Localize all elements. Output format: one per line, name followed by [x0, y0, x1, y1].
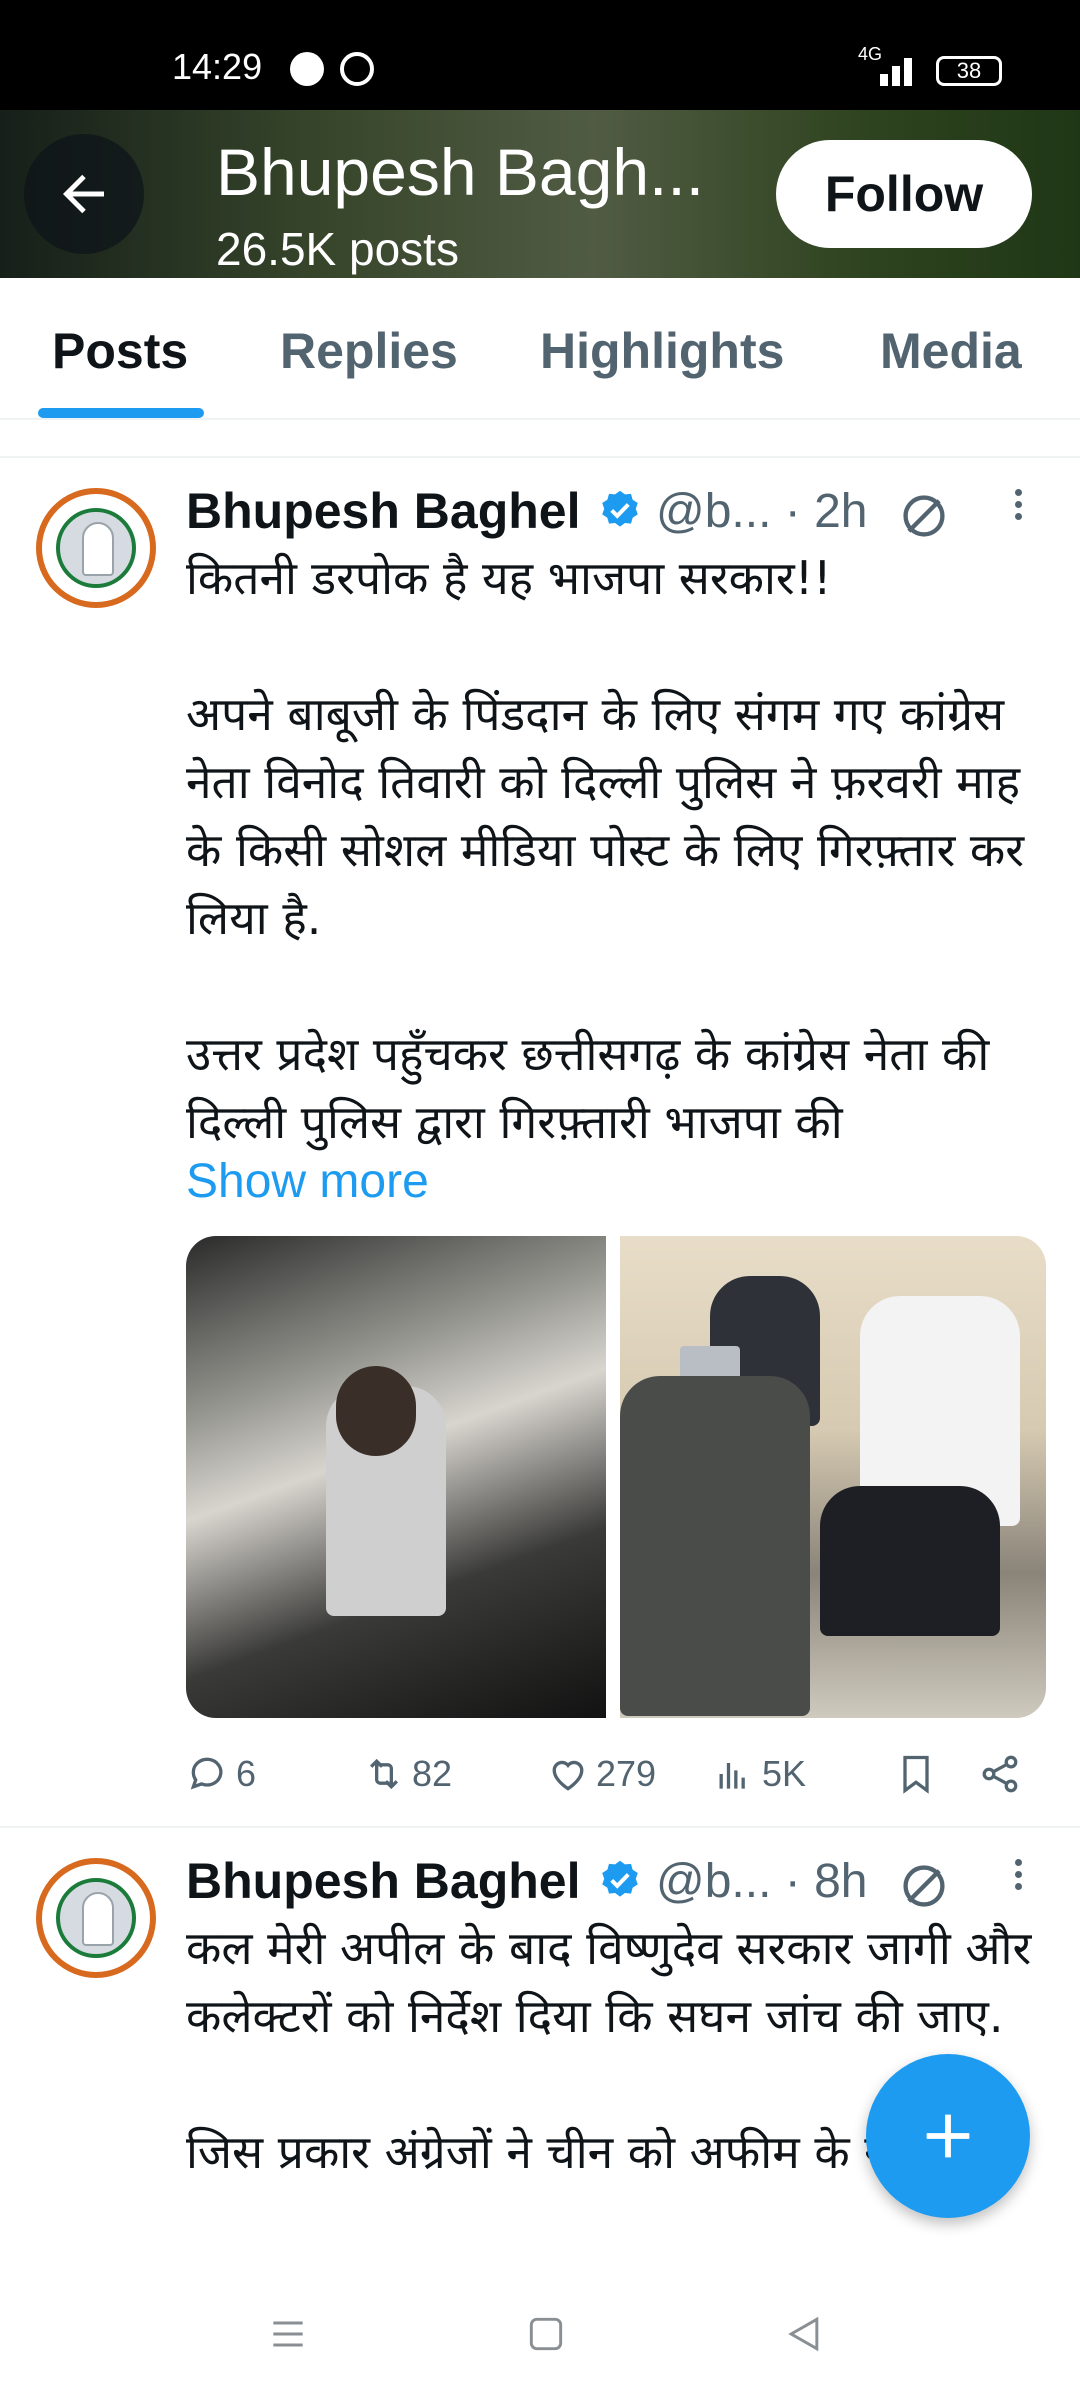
- post-count: 26.5K posts: [216, 223, 459, 275]
- author-handle: @b... · 2h: [656, 485, 868, 538]
- reply-count: 6: [236, 1753, 257, 1794]
- like-button[interactable]: 279: [546, 1744, 656, 1804]
- more-options-icon[interactable]: [1008, 484, 1028, 534]
- back-nav-button[interactable]: [774, 2304, 834, 2364]
- show-more-link[interactable]: Show more: [186, 1154, 429, 1209]
- author-handle: @b... · 8h: [656, 1855, 868, 1908]
- post-time: · 8h: [784, 1855, 868, 1908]
- menu-icon: [273, 2321, 303, 2347]
- post[interactable]: Bhupesh Baghel @b... · 2h कितनी डरपोक है…: [0, 456, 1080, 1828]
- compose-button[interactable]: [866, 2054, 1030, 2218]
- verified-badge-icon: [602, 1860, 638, 1897]
- author-name[interactable]: Bhupesh Baghel: [186, 1852, 580, 1910]
- repost-button[interactable]: 82: [362, 1744, 452, 1804]
- views-icon: [719, 1763, 745, 1789]
- profile-tabs: Posts Replies Highlights Media: [0, 278, 1080, 420]
- avatar[interactable]: [36, 1858, 156, 1978]
- post-actions: 6 82 279 5K: [186, 1744, 1046, 1804]
- home-square-icon: [529, 2317, 563, 2351]
- heart-icon: [552, 1760, 584, 1791]
- avatar-image: [56, 1878, 136, 1958]
- repost-icon: [369, 1758, 399, 1790]
- views-button[interactable]: 5K: [712, 1744, 806, 1804]
- author-name[interactable]: Bhupesh Baghel: [186, 482, 580, 540]
- tab-highlights[interactable]: Highlights: [540, 322, 784, 380]
- bookmark-button[interactable]: [894, 1744, 944, 1804]
- verified-badge-icon: [602, 490, 638, 527]
- photo-office[interactable]: [620, 1236, 1046, 1718]
- post-time: · 2h: [784, 485, 868, 538]
- more-options-icon[interactable]: [1008, 1854, 1028, 1904]
- plus-icon: [926, 2114, 970, 2158]
- arrow-left-icon: [63, 174, 104, 214]
- active-tab-indicator: [38, 408, 204, 418]
- status-time: 14:29: [172, 46, 263, 87]
- signal-icon: [860, 52, 920, 86]
- whatsapp-icon: [340, 52, 374, 86]
- post-text: कितनी डरपोक है यह भाजपा सरकार!! अपने बाब…: [186, 551, 1025, 1149]
- reply-icon: [190, 1757, 223, 1790]
- system-nav-bar: [0, 2264, 1080, 2400]
- tab-replies[interactable]: Replies: [280, 322, 458, 380]
- follow-button[interactable]: Follow: [776, 140, 1032, 248]
- tab-media[interactable]: Media: [880, 322, 1022, 380]
- menu-nav-button[interactable]: [258, 2304, 318, 2364]
- profile-header: Bhupesh Bagh... 26.5K posts Follow: [0, 110, 1080, 278]
- photo-car[interactable]: [186, 1236, 606, 1718]
- share-icon: [982, 1755, 1018, 1793]
- avatar[interactable]: [36, 488, 156, 608]
- home-nav-button[interactable]: [516, 2304, 576, 2364]
- grok-icon[interactable]: [898, 490, 950, 542]
- grok-icon[interactable]: [898, 1860, 950, 1912]
- back-button[interactable]: [24, 134, 144, 254]
- like-count: 279: [596, 1753, 657, 1794]
- bookmark-icon: [903, 1755, 929, 1794]
- status-bar: 14:29 4G 38: [0, 0, 1080, 110]
- post-media[interactable]: [186, 1236, 1046, 1718]
- view-count: 5K: [762, 1753, 807, 1794]
- repost-count: 82: [412, 1753, 453, 1794]
- back-triangle-icon: [788, 2316, 819, 2352]
- messenger-icon: [290, 52, 324, 86]
- reply-button[interactable]: 6: [186, 1744, 256, 1804]
- tab-posts[interactable]: Posts: [52, 322, 188, 380]
- battery-icon: 38: [936, 56, 1002, 86]
- share-button[interactable]: [978, 1744, 1028, 1804]
- avatar-image: [56, 508, 136, 588]
- profile-name: Bhupesh Bagh...: [216, 135, 705, 209]
